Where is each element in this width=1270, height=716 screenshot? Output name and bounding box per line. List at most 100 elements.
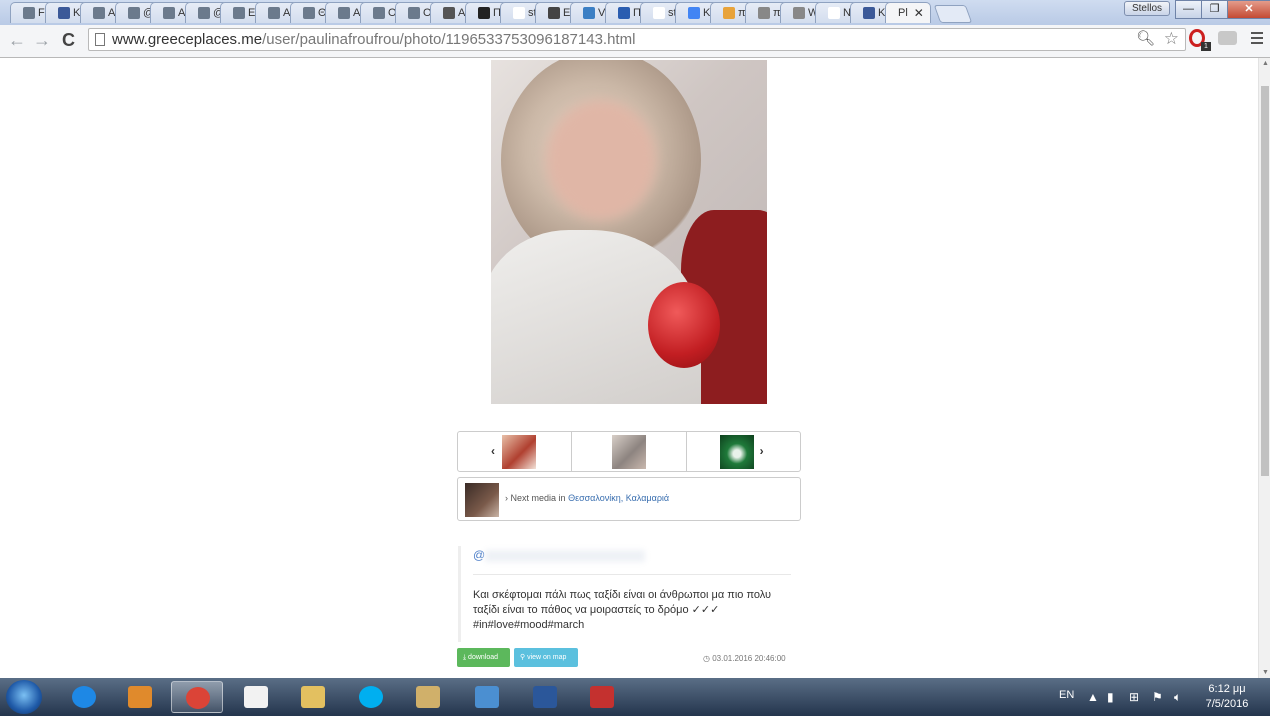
download-button[interactable]: ⤓ download: [457, 648, 510, 667]
taskbar-paint-button[interactable]: [402, 681, 454, 713]
taskbar-internet-explorer-button[interactable]: [58, 681, 110, 713]
tab-title: Pl: [898, 7, 908, 19]
chrome-icon: [186, 687, 210, 709]
pdf-reader-icon: [590, 686, 614, 708]
tab-favicon-icon: [758, 7, 770, 19]
tab-favicon-icon: [303, 7, 315, 19]
tab-favicon-icon: [653, 7, 665, 19]
next-photo-thumbnail[interactable]: [719, 435, 754, 469]
scroll-up-arrow-icon[interactable]: ▲: [1262, 60, 1269, 67]
tab-favicon-icon: [688, 7, 700, 19]
taskbar-file-explorer-button[interactable]: [287, 681, 339, 713]
blurred-face: [546, 100, 656, 220]
next-media-thumbnail[interactable]: [465, 483, 499, 517]
taskbar-photo-viewer-button[interactable]: [461, 681, 513, 713]
tab-favicon-icon: [163, 7, 175, 19]
minimize-button[interactable]: —: [1175, 0, 1202, 19]
windows-taskbar: EN ▲ ▮ ⊞ ⚑ 🔈︎ 6:12 μμ 7/5/2016: [0, 678, 1270, 716]
tab-favicon-icon: [583, 7, 595, 19]
chevron-left-icon[interactable]: ‹: [491, 444, 495, 458]
tab-favicon-icon: [93, 7, 105, 19]
close-tab-icon[interactable]: ✕: [914, 6, 924, 20]
photo-timestamp: ◷ 03.01.2016 20:46:00: [703, 654, 786, 663]
next-media-location-link[interactable]: Θεσσαλονίκη, Καλαμαριά: [568, 493, 669, 503]
profile-button[interactable]: Stellos: [1124, 1, 1170, 16]
chrome-menu-icon[interactable]: [1251, 32, 1263, 47]
caption-line: Και σκέφτομαι πάλι πως ταξίδι είναι οι ά…: [473, 589, 772, 601]
url-text[interactable]: www.greeceplaces.me/user/paulinafroufrou…: [112, 31, 635, 48]
tab-favicon-icon: [408, 7, 420, 19]
taskbar-skype-button[interactable]: [345, 681, 397, 713]
show-hidden-icons-arrow-icon[interactable]: ▲: [1087, 690, 1099, 704]
clock-icon: ◷: [703, 654, 713, 663]
scroll-down-arrow-icon[interactable]: ▼: [1262, 669, 1269, 676]
system-clock[interactable]: 6:12 μμ 7/5/2016: [1196, 682, 1258, 712]
tab-favicon-icon: [443, 7, 455, 19]
taskbar-word-button[interactable]: [519, 681, 571, 713]
address-bar[interactable]: www.greeceplaces.me/user/paulinafroufrou…: [88, 28, 1186, 51]
taskbar-chrome-button[interactable]: [171, 681, 223, 713]
taskbar-media-player-button[interactable]: [114, 681, 166, 713]
file-explorer-icon: [301, 686, 325, 708]
browser-toolbar: ← → C www.greeceplaces.me/user/paulinafr…: [0, 25, 1270, 58]
tab-favicon-icon: [828, 7, 840, 19]
tab-favicon-icon: [548, 7, 560, 19]
window-controls: — ❐ ✕: [1175, 0, 1270, 19]
zoom-icon[interactable]: 🔍︎: [1136, 29, 1155, 47]
action-center-flag-icon[interactable]: ⚑: [1152, 690, 1163, 704]
tab-favicon-icon: [128, 7, 140, 19]
tab-favicon-icon: [23, 7, 35, 19]
blurred-username: [485, 549, 646, 562]
caption-username[interactable]: @: [473, 548, 646, 562]
next-media-in-location[interactable]: › Next media in Θεσσαλονίκη, Καλαμαριά: [457, 477, 801, 521]
language-indicator[interactable]: EN: [1059, 689, 1074, 701]
page-icon: [95, 33, 105, 46]
next-media-label: Next media in: [510, 493, 566, 503]
restore-button[interactable]: ❐: [1201, 0, 1228, 19]
main-photo[interactable]: [491, 60, 767, 404]
tab-favicon-icon: [478, 7, 490, 19]
bookmark-star-icon[interactable]: ☆: [1164, 29, 1179, 49]
next-media-text: › Next media in Θεσσαλονίκη, Καλαμαριά: [505, 493, 669, 503]
scrollbar-thumb[interactable]: [1261, 86, 1269, 476]
photo-thumbnail-strip: ‹ ›: [457, 431, 801, 472]
previous-photo-cell[interactable]: ‹: [458, 432, 573, 471]
windows-icon[interactable]: ⊞: [1129, 690, 1139, 704]
clock-date: 7/5/2016: [1205, 698, 1249, 710]
taskbar-pdf-reader-button[interactable]: [576, 681, 628, 713]
start-button[interactable]: [6, 680, 42, 714]
close-window-button[interactable]: ✕: [1227, 0, 1270, 19]
camera-extension-icon[interactable]: [1218, 31, 1237, 45]
tab-favicon-icon: [513, 7, 525, 19]
current-photo-thumbnail[interactable]: [612, 435, 647, 469]
reload-button[interactable]: C: [62, 30, 75, 51]
device-icon[interactable]: ▮: [1107, 690, 1114, 704]
caption-divider: [473, 574, 791, 575]
skype-icon: [359, 686, 383, 708]
back-button[interactable]: ←: [8, 30, 26, 51]
view-on-map-label: view on map: [527, 654, 567, 661]
timestamp-text: 03.01.2016 20:46:00: [712, 654, 786, 663]
new-tab-button[interactable]: [933, 5, 973, 23]
photo-viewer-icon: [475, 686, 499, 708]
chevron-right-icon: ›: [505, 493, 508, 503]
view-on-map-button[interactable]: ⚲ view on map: [514, 648, 578, 667]
chevron-right-icon[interactable]: ›: [760, 444, 764, 458]
tab-favicon-icon: [723, 7, 735, 19]
caption-text: Και σκέφτομαι πάλι πως ταξίδι είναι οι ά…: [473, 588, 783, 633]
extension-badge: 1: [1201, 42, 1211, 51]
active-browser-tab[interactable]: Pl ✕: [885, 2, 931, 23]
forward-button[interactable]: →: [33, 30, 51, 51]
page-content: ‹ › › Next media in Θεσσαλονίκη, Καλαμαρ…: [0, 58, 1258, 678]
internet-explorer-icon: [72, 686, 96, 708]
caption-hashtags: #in#love#mood#march: [473, 619, 585, 631]
url-path: /user/paulinafroufrou/photo/119653375309…: [262, 31, 636, 48]
vertical-scrollbar[interactable]: ▲ ▼: [1258, 58, 1270, 678]
volume-icon[interactable]: 🔈︎: [1174, 690, 1181, 705]
next-photo-cell[interactable]: ›: [687, 432, 800, 471]
url-host: www.greeceplaces.me: [112, 31, 263, 48]
taskbar-apps-grid-button[interactable]: [230, 681, 282, 713]
current-photo-cell[interactable]: [572, 432, 687, 471]
previous-photo-thumbnail[interactable]: [502, 435, 536, 469]
tab-favicon-icon: [268, 7, 280, 19]
